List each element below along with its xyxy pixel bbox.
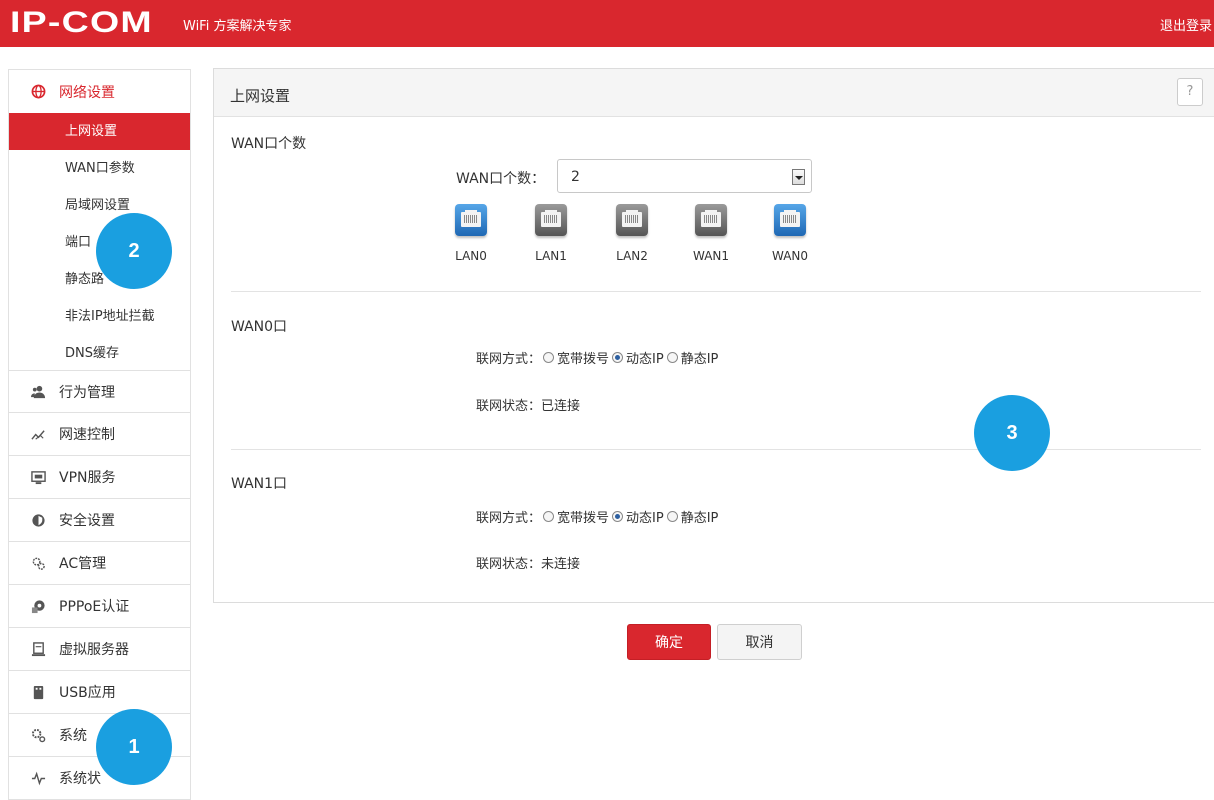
sidebar-group-label: VPN服务	[59, 470, 116, 486]
usb-icon	[30, 684, 46, 700]
wan1-connection-mode: 联网方式： 宽带拨号 动态IP 静态IP	[476, 507, 719, 526]
sidebar-item-internet-settings[interactable]: 上网设置	[9, 113, 190, 150]
section-divider	[231, 291, 1201, 292]
connection-status-label: 联网状态：	[476, 399, 542, 414]
brand-logo: IP-COM	[10, 6, 153, 39]
confirm-button[interactable]: 确定	[627, 624, 711, 660]
ethernet-port-icon	[455, 204, 487, 236]
port-label: LAN1	[535, 249, 567, 263]
radio-dynamic-ip[interactable]	[612, 511, 624, 522]
wan-count-select[interactable]: 2	[557, 159, 812, 193]
users-icon	[30, 384, 46, 400]
wan-count-section-title: WAN口个数	[231, 136, 307, 152]
radio-pppoe[interactable]	[543, 352, 555, 363]
connection-status-value: 已连接	[541, 399, 581, 414]
ethernet-port-icon	[695, 204, 727, 236]
sidebar-group-label: 安全设置	[59, 513, 115, 529]
monitor-icon	[30, 469, 46, 485]
wan-count-label: WAN口个数：	[456, 171, 546, 187]
port-lan2: LAN2	[602, 204, 662, 263]
radio-label: 动态IP	[626, 511, 664, 526]
sidebar-group-virtual-server[interactable]: 虚拟服务器	[9, 628, 190, 671]
help-button[interactable]: ?	[1177, 78, 1203, 106]
sidebar-group-label: USB应用	[59, 685, 116, 701]
wan0-section-title: WAN0口	[231, 319, 288, 335]
callout-marker-1: 1	[96, 709, 172, 785]
sidebar-item-wan-params[interactable]: WAN口参数	[9, 150, 190, 187]
sidebar-group-label: AC管理	[59, 556, 107, 572]
port-wan0: WAN0	[760, 204, 820, 263]
sidebar-group-vpn[interactable]: VPN服务	[9, 456, 190, 499]
internet-settings-panel: 上网设置 ? WAN口个数 WAN口个数： 2 LAN0 LAN1 LAN2 W…	[213, 68, 1214, 603]
sidebar-group-label: PPPoE认证	[59, 599, 130, 615]
callout-marker-2: 2	[96, 213, 172, 289]
sidebar-group-network[interactable]: 网络设置	[9, 70, 190, 113]
cancel-button[interactable]: 取消	[717, 624, 802, 660]
settings-icon	[30, 727, 46, 743]
port-label: LAN0	[455, 249, 487, 263]
radio-label: 静态IP	[680, 352, 719, 367]
radio-static-ip[interactable]	[666, 352, 678, 363]
wan0-connection-status: 联网状态： 已连接	[476, 395, 580, 414]
server-icon	[30, 641, 46, 657]
sidebar-group-label: 虚拟服务器	[59, 642, 129, 658]
sidebar-group-usb[interactable]: USB应用	[9, 671, 190, 714]
sidebar-item-dns-cache[interactable]: DNS缓存	[9, 335, 190, 372]
connection-status-value: 未连接	[541, 557, 581, 572]
sidebar-group-label: 行为管理	[59, 384, 115, 401]
radio-pppoe[interactable]	[543, 511, 555, 522]
section-divider	[231, 449, 1201, 450]
ethernet-port-icon	[535, 204, 567, 236]
speed-icon	[30, 426, 46, 442]
sidebar-group-behavior[interactable]: 行为管理	[9, 370, 190, 413]
sidebar-item-lan-settings[interactable]: 局域网设置	[9, 187, 190, 224]
port-lan0: LAN0	[441, 204, 501, 263]
sidebar-group-pppoe[interactable]: PPPoE认证	[9, 585, 190, 628]
port-label: WAN1	[692, 249, 730, 263]
ethernet-port-icon	[616, 204, 648, 236]
sidebar-group-label: 系统状	[59, 771, 101, 787]
panel-header: 上网设置 ?	[214, 69, 1214, 117]
ethernet-port-icon	[774, 204, 806, 236]
connection-mode-label: 联网方式：	[476, 352, 542, 367]
radio-label: 宽带拨号	[557, 511, 610, 526]
callout-marker-3: 3	[974, 395, 1050, 471]
radio-dynamic-ip[interactable]	[612, 352, 624, 363]
gear-cluster-icon	[30, 555, 46, 571]
sidebar-group-label: 网络设置	[59, 84, 115, 101]
shield-icon	[30, 512, 46, 528]
page-title: 上网设置	[230, 87, 291, 105]
radio-label: 宽带拨号	[557, 352, 610, 367]
wan0-connection-mode: 联网方式： 宽带拨号 动态IP 静态IP	[476, 348, 719, 367]
port-label: LAN2	[616, 249, 648, 263]
wan1-connection-status: 联网状态： 未连接	[476, 553, 580, 572]
connection-mode-label: 联网方式：	[476, 511, 542, 526]
wan-count-value: 2	[571, 169, 580, 185]
connection-status-label: 联网状态：	[476, 557, 542, 572]
globe-icon	[30, 84, 46, 100]
port-wan1: WAN1	[681, 204, 741, 263]
radio-label: 静态IP	[680, 511, 719, 526]
brand-tagline: WiFi 方案解决专家	[183, 19, 292, 34]
pppoe-icon	[30, 598, 46, 614]
port-label: WAN0	[771, 249, 809, 263]
sidebar-item-illegal-ip-block[interactable]: 非法IP地址拦截	[9, 298, 190, 335]
radio-label: 动态IP	[626, 352, 664, 367]
sidebar-group-ac[interactable]: AC管理	[9, 542, 190, 585]
logout-link[interactable]: 退出登录	[1160, 15, 1212, 34]
sidebar-group-label: 网速控制	[59, 427, 115, 443]
sidebar-nav: 网络设置 上网设置 WAN口参数 局域网设置 端口 静态路 非法IP地址拦截 D…	[8, 69, 191, 800]
pulse-icon	[30, 770, 46, 786]
chevron-down-icon[interactable]	[792, 169, 805, 185]
top-header: IP-COM WiFi 方案解决专家 退出登录	[0, 0, 1214, 47]
sidebar-group-label: 系统	[59, 728, 87, 744]
sidebar-group-speed-control[interactable]: 网速控制	[9, 413, 190, 456]
wan1-section-title: WAN1口	[231, 476, 288, 492]
radio-static-ip[interactable]	[666, 511, 678, 522]
port-lan1: LAN1	[521, 204, 581, 263]
sidebar-group-security[interactable]: 安全设置	[9, 499, 190, 542]
